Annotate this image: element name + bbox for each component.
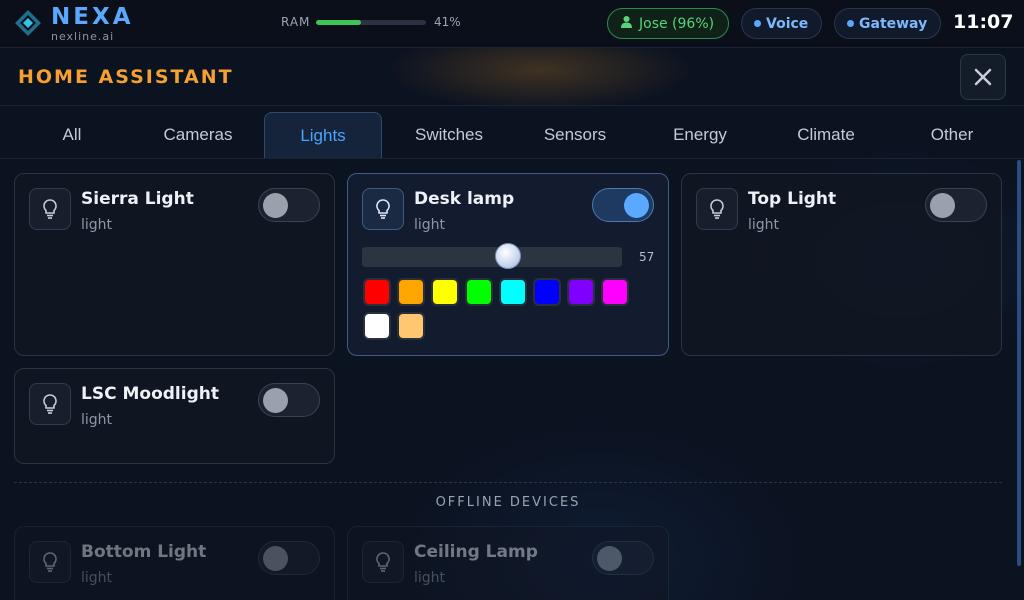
- color-swatch[interactable]: [363, 278, 391, 306]
- power-toggle[interactable]: [592, 541, 654, 575]
- color-swatch[interactable]: [567, 278, 595, 306]
- device-name: Top Light: [748, 189, 837, 209]
- voice-status-dot: [754, 20, 761, 27]
- tab-climate[interactable]: Climate: [767, 112, 885, 158]
- color-swatch[interactable]: [397, 312, 425, 340]
- top-bar: NEXA nexline.ai RAM 41% Jose (96%) Voice…: [0, 0, 1024, 48]
- user-icon: [620, 15, 633, 32]
- color-swatch[interactable]: [533, 278, 561, 306]
- color-swatch[interactable]: [397, 278, 425, 306]
- device-name: Bottom Light: [81, 542, 207, 562]
- device-type: light: [414, 217, 446, 233]
- ram-progress-bar: [316, 20, 426, 25]
- lightbulb-icon: [29, 188, 71, 230]
- brightness-value: 57: [639, 250, 655, 264]
- power-toggle[interactable]: [592, 188, 654, 222]
- tab-sensors[interactable]: Sensors: [516, 112, 634, 158]
- color-swatch[interactable]: [363, 312, 391, 340]
- offline-devices-heading: OFFLINE DEVICES: [435, 495, 581, 510]
- tab-all[interactable]: All: [13, 112, 131, 158]
- diamond-logo-icon: [15, 10, 41, 36]
- power-toggle[interactable]: [258, 383, 320, 417]
- device-card-sierra-light: Sierra Light light: [14, 173, 335, 356]
- page-title: HOME ASSISTANT: [18, 66, 234, 88]
- lightbulb-icon: [29, 383, 71, 425]
- voice-label: Voice: [766, 15, 809, 32]
- lightbulb-icon: [696, 188, 738, 230]
- power-toggle[interactable]: [258, 541, 320, 575]
- close-button[interactable]: [960, 54, 1006, 100]
- user-status-label: Jose (96%): [639, 15, 715, 32]
- section-divider: [14, 482, 1002, 483]
- voice-button[interactable]: Voice: [741, 8, 822, 39]
- lightbulb-icon: [362, 541, 404, 583]
- color-swatch[interactable]: [601, 278, 629, 306]
- color-swatch[interactable]: [465, 278, 493, 306]
- color-swatch[interactable]: [499, 278, 527, 306]
- device-card-lsc-moodlight: LSC Moodlight light: [14, 368, 335, 464]
- ram-progress-fill: [316, 20, 362, 25]
- brightness-slider-thumb[interactable]: [495, 243, 522, 269]
- gateway-button[interactable]: Gateway: [834, 8, 941, 39]
- brand-name: NEXA: [51, 4, 134, 30]
- device-card-desk-lamp: Desk lamp light 57: [347, 173, 669, 356]
- device-type: light: [414, 570, 446, 586]
- device-name: LSC Moodlight: [81, 384, 219, 404]
- device-name: Desk lamp: [414, 189, 515, 209]
- category-tabs: All Cameras Lights Switches Sensors Ener…: [0, 106, 1024, 159]
- tab-switches[interactable]: Switches: [390, 112, 508, 158]
- device-type: light: [748, 217, 780, 233]
- gateway-status-dot: [847, 20, 854, 27]
- brand-subtitle: nexline.ai: [51, 30, 115, 43]
- toggle-knob: [263, 193, 288, 218]
- device-card-bottom-light: Bottom Light light: [14, 526, 335, 600]
- device-card-top-light: Top Light light: [681, 173, 1002, 356]
- lightbulb-icon: [362, 188, 404, 230]
- scrollbar[interactable]: [1017, 160, 1021, 566]
- device-type: light: [81, 570, 113, 586]
- toggle-knob: [597, 546, 622, 571]
- tab-cameras[interactable]: Cameras: [139, 112, 257, 158]
- tab-other[interactable]: Other: [893, 112, 1011, 158]
- power-toggle[interactable]: [925, 188, 987, 222]
- power-toggle[interactable]: [258, 188, 320, 222]
- color-swatch[interactable]: [431, 278, 459, 306]
- user-status-pill[interactable]: Jose (96%): [607, 8, 729, 39]
- close-icon: [974, 68, 992, 86]
- toggle-knob: [263, 546, 288, 571]
- device-type: light: [81, 217, 113, 233]
- tab-energy[interactable]: Energy: [641, 112, 759, 158]
- brightness-slider[interactable]: [362, 243, 622, 269]
- device-card-ceiling-lamp: Ceiling Lamp light: [347, 526, 669, 600]
- page-header: HOME ASSISTANT: [0, 48, 1024, 106]
- ram-percent: 41%: [434, 15, 461, 29]
- device-name: Sierra Light: [81, 189, 194, 209]
- lightbulb-icon: [29, 541, 71, 583]
- gateway-label: Gateway: [859, 15, 928, 32]
- tab-lights[interactable]: Lights: [264, 112, 382, 158]
- device-type: light: [81, 412, 113, 428]
- clock: 11:07: [953, 11, 1014, 33]
- toggle-knob: [624, 193, 649, 218]
- toggle-knob: [930, 193, 955, 218]
- device-name: Ceiling Lamp: [414, 542, 538, 562]
- ram-label: RAM: [281, 15, 311, 29]
- toggle-knob: [263, 388, 288, 413]
